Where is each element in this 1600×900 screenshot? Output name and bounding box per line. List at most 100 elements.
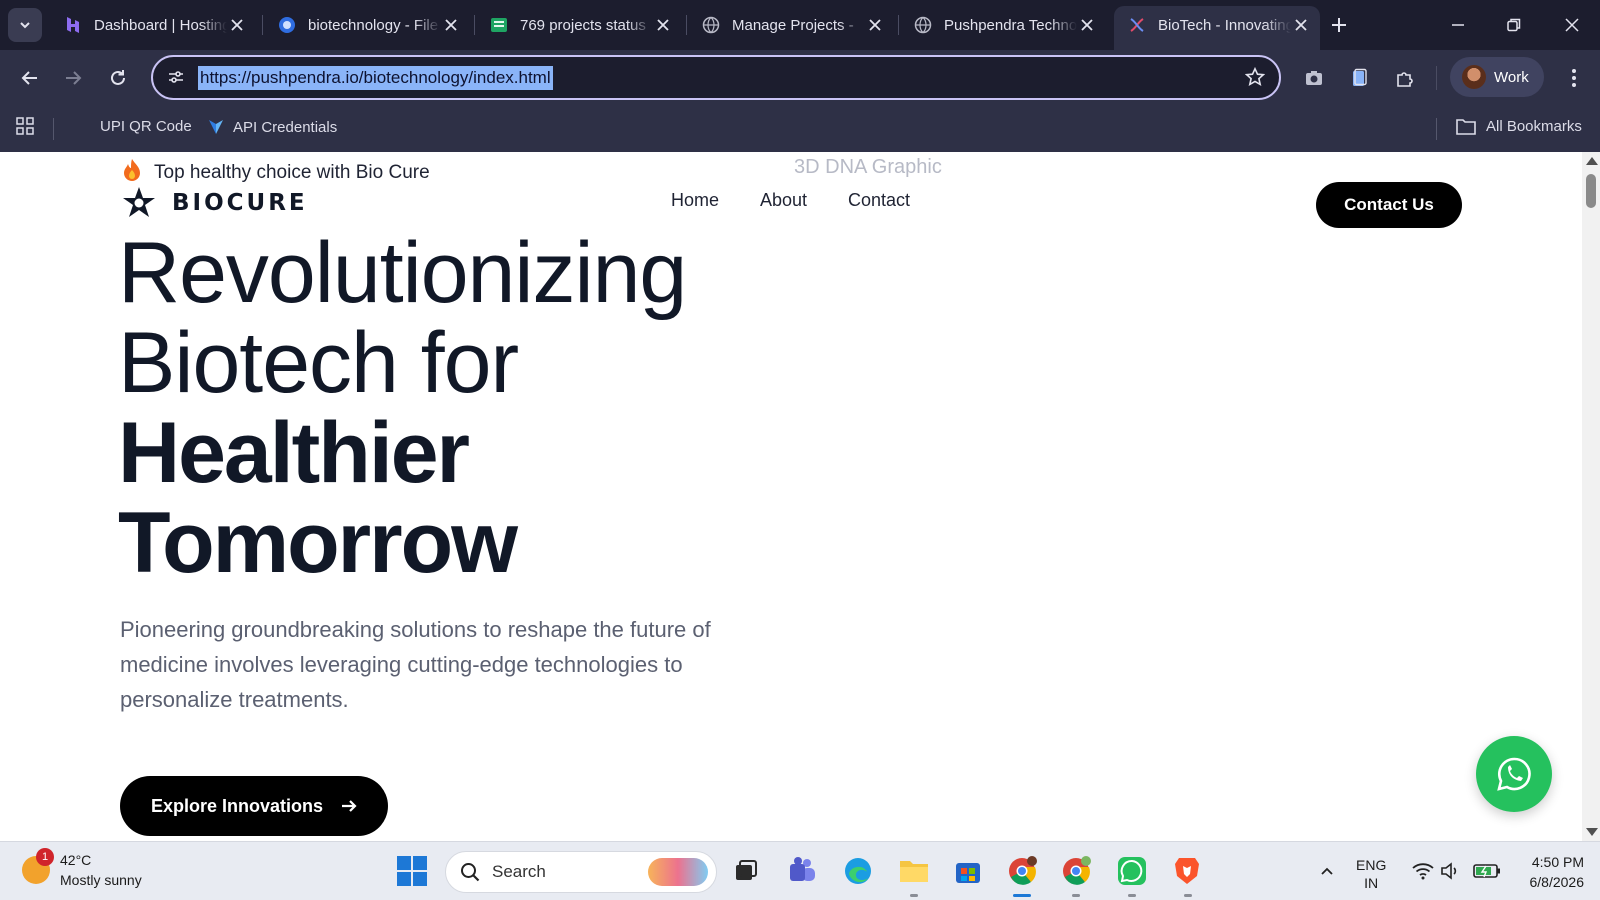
scroll-up-arrow[interactable] xyxy=(1586,157,1598,165)
tab-pushpendra[interactable]: Pushpendra Technologies xyxy=(900,6,1106,44)
bookmark-label: API Credentials xyxy=(233,118,338,136)
contact-us-button[interactable]: Contact Us xyxy=(1316,182,1462,228)
nav-home[interactable]: Home xyxy=(671,190,719,211)
weather-widget[interactable]: 1 42°C Mostly sunny xyxy=(22,848,142,890)
windows-taskbar: 1 42°C Mostly sunny Search ENG IN 4:50 P… xyxy=(0,841,1600,900)
wifi-icon xyxy=(1412,863,1434,880)
close-icon[interactable] xyxy=(865,15,884,35)
brand-name: BIOCURE xyxy=(172,190,308,216)
tagline: Top healthy choice with Bio Cure xyxy=(122,158,430,188)
running-indicator-active xyxy=(1013,894,1031,897)
brand-logo[interactable]: BIOCURE xyxy=(122,186,308,220)
task-view-button[interactable] xyxy=(729,854,763,888)
site-info-icon[interactable] xyxy=(167,68,185,91)
weather-condition: Mostly sunny xyxy=(60,872,142,888)
chrome-app-work[interactable] xyxy=(1005,854,1039,888)
sun-cloud-icon: 1 xyxy=(22,848,54,884)
start-button[interactable] xyxy=(397,856,427,886)
bookmark-label: UPI QR Code xyxy=(100,118,192,135)
hero-line-1: Revolutionizing xyxy=(118,225,687,321)
teams-icon xyxy=(790,857,815,881)
quick-settings-button[interactable] xyxy=(1402,854,1470,888)
apps-grid-icon xyxy=(16,117,34,135)
close-window-button[interactable] xyxy=(1550,8,1594,42)
hero-line-3: Healthier xyxy=(118,405,470,501)
reading-list-button[interactable] xyxy=(1343,62,1375,94)
tab-projects-status[interactable]: 769 projects status xyxy=(476,6,682,44)
tab-title: BioTech - Innovating xyxy=(1158,16,1292,34)
folder-icon xyxy=(1456,119,1476,135)
nav-contact[interactable]: Contact xyxy=(848,190,910,211)
task-view-icon xyxy=(736,860,757,880)
tab-title: 769 projects status xyxy=(520,16,646,34)
bookmark-api-credentials[interactable]: API Credentials xyxy=(208,118,337,136)
file-explorer-app[interactable] xyxy=(897,854,931,888)
whatsapp-button[interactable] xyxy=(1476,736,1552,812)
language-indicator[interactable]: ENG IN xyxy=(1356,856,1386,892)
new-tab-button[interactable] xyxy=(1326,12,1352,38)
tab-manage-projects[interactable]: Manage Projects - xyxy=(688,6,894,44)
chrome-app-second[interactable] xyxy=(1059,854,1093,888)
whatsapp-app[interactable] xyxy=(1115,854,1149,888)
store-app[interactable] xyxy=(951,854,985,888)
apps-button[interactable] xyxy=(16,117,34,135)
teams-app[interactable] xyxy=(785,854,819,888)
reload-button[interactable] xyxy=(102,62,134,94)
edge-app[interactable] xyxy=(841,854,875,888)
profile-button[interactable]: Work xyxy=(1450,57,1544,97)
whatsapp-icon xyxy=(1497,757,1531,791)
close-icon[interactable] xyxy=(1291,15,1310,35)
arrow-right-icon xyxy=(66,71,82,85)
globe-icon xyxy=(702,16,720,34)
bookmark-star-icon[interactable] xyxy=(1244,66,1266,92)
bookmark-upi-qr[interactable]: UPI QR Code xyxy=(100,118,192,135)
system-clock[interactable]: 4:50 PM 6/8/2026 xyxy=(1508,852,1585,892)
url-text[interactable]: https://pushpendra.io/biotechnology/inde… xyxy=(198,66,553,90)
clock-time: 4:50 PM xyxy=(1531,854,1584,870)
brave-app[interactable] xyxy=(1170,854,1204,888)
nav-about[interactable]: About xyxy=(760,190,807,211)
whatsapp-icon xyxy=(1118,857,1146,885)
menu-button[interactable] xyxy=(1558,62,1590,94)
star-logo-icon xyxy=(123,187,155,217)
tab-strip: Dashboard | Hostinger biotechnology - Fi… xyxy=(0,0,1600,50)
tab-dashboard[interactable]: Dashboard | Hostinger xyxy=(50,6,256,44)
minimize-button[interactable] xyxy=(1436,8,1480,42)
tab-title: Manage Projects - xyxy=(732,16,854,34)
close-icon[interactable] xyxy=(653,15,672,35)
forward-button[interactable] xyxy=(57,62,89,94)
close-icon xyxy=(1565,18,1579,32)
tray-overflow-button[interactable] xyxy=(1310,854,1344,888)
close-icon[interactable] xyxy=(227,15,246,35)
page-viewport: Top healthy choice with Bio Cure BIOCURE… xyxy=(0,152,1582,841)
plus-icon xyxy=(1332,18,1346,32)
extensions-button[interactable] xyxy=(1389,62,1421,94)
back-button[interactable] xyxy=(14,62,46,94)
scroll-thumb[interactable] xyxy=(1586,174,1596,208)
tab-search-button[interactable] xyxy=(8,8,42,42)
screenshot-button[interactable] xyxy=(1298,62,1330,94)
tab-separator xyxy=(262,15,263,35)
close-icon[interactable] xyxy=(441,15,460,35)
tab-title: biotechnology - File Manager xyxy=(308,16,441,34)
scroll-down-arrow[interactable] xyxy=(1586,828,1598,836)
taskbar-search[interactable]: Search xyxy=(445,851,717,893)
page-scrollbar[interactable] xyxy=(1582,152,1600,841)
battery-indicator[interactable] xyxy=(1470,854,1504,888)
tab-file-manager[interactable]: biotechnology - File Manager xyxy=(264,6,470,44)
running-indicator xyxy=(1128,894,1136,897)
tab-separator xyxy=(686,15,687,35)
address-bar[interactable]: https://pushpendra.io/biotechnology/inde… xyxy=(151,55,1281,100)
search-highlight-art xyxy=(648,858,708,886)
restore-button[interactable] xyxy=(1492,8,1536,42)
tab-biotech[interactable]: BioTech - Innovating xyxy=(1114,6,1320,50)
globe-blue-icon xyxy=(278,16,296,34)
puzzle-icon xyxy=(1397,72,1413,87)
browser-toolbar: https://pushpendra.io/biotechnology/inde… xyxy=(0,50,1600,106)
restore-icon xyxy=(1507,18,1521,32)
all-bookmarks-button[interactable]: All Bookmarks xyxy=(1456,118,1582,135)
all-bookmarks-label: All Bookmarks xyxy=(1486,118,1582,135)
dna-icon xyxy=(1128,16,1146,34)
close-icon[interactable] xyxy=(1077,15,1096,35)
explore-innovations-button[interactable]: Explore Innovations xyxy=(120,776,388,836)
